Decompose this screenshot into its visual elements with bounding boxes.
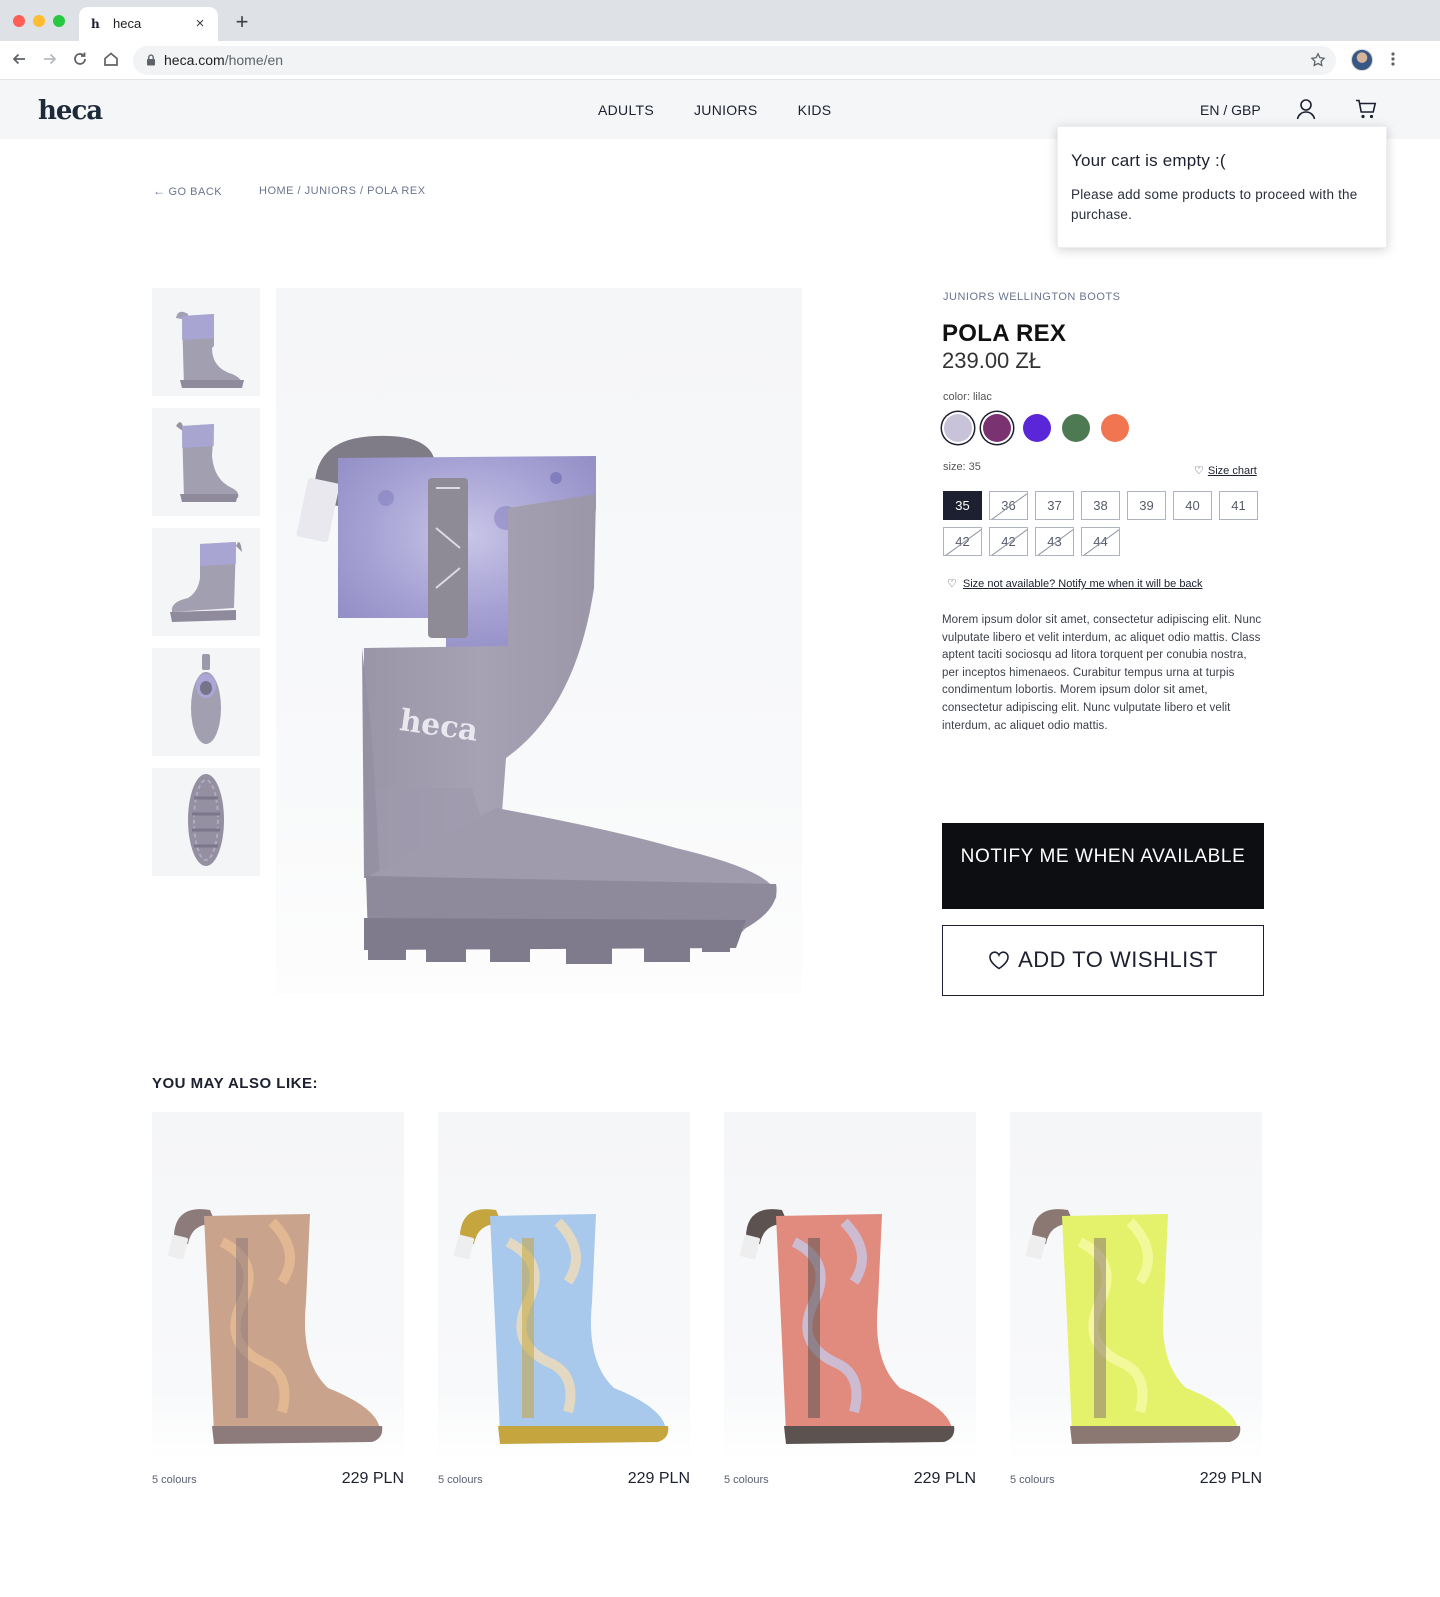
color-swatch[interactable]	[983, 414, 1011, 442]
cart-empty-message: Please add some products to proceed with…	[1071, 187, 1358, 222]
tab-strip: h heca × +	[0, 0, 1440, 41]
recommendation-image	[1010, 1112, 1262, 1462]
recommendation-image	[438, 1112, 690, 1462]
url-path: /home/en	[224, 52, 284, 68]
recommendation-card[interactable]: 5 colours 229 PLN	[152, 1112, 404, 1492]
thumbnail-4[interactable]	[152, 648, 260, 756]
cart-dropdown: Your cart is empty :( Please add some pr…	[1057, 126, 1387, 248]
size-option[interactable]: 39	[1127, 491, 1166, 520]
size-label: size: 35	[943, 461, 981, 473]
back-arrow-icon[interactable]	[10, 50, 28, 68]
recommendations-title: YOU MAY ALSO LIKE:	[152, 1075, 318, 1092]
recommendation-card[interactable]: 5 colours 229 PLN	[438, 1112, 690, 1492]
tab-title: heca	[113, 16, 142, 31]
recommendation-image	[724, 1112, 976, 1462]
product-main-image[interactable]: heca	[276, 288, 802, 994]
size-option[interactable]: 41	[1219, 491, 1258, 520]
profile-avatar[interactable]	[1351, 49, 1373, 71]
minimize-window-button[interactable]	[33, 15, 45, 27]
recommendation-price: 229 PLN	[1199, 1470, 1262, 1487]
browser-chrome: h heca × + heca.com/home/en	[0, 0, 1440, 80]
thumbnail-1[interactable]	[152, 288, 260, 396]
new-tab-button[interactable]: +	[232, 11, 252, 33]
size-chart-link[interactable]: ♡ Size chart	[1194, 465, 1257, 478]
home-icon[interactable]	[102, 50, 120, 68]
user-icon[interactable]	[1296, 98, 1316, 120]
recommendation-price: 229 PLN	[341, 1470, 404, 1487]
breadcrumb[interactable]: HOME / JUNIORS / POLA REX	[259, 184, 426, 198]
recommendation-card[interactable]: 5 colours 229 PLN	[724, 1112, 976, 1492]
maximize-window-button[interactable]	[53, 15, 65, 27]
boot-sole-image	[188, 774, 224, 866]
size-option[interactable]: 40	[1173, 491, 1212, 520]
url-host: heca.com	[164, 52, 225, 68]
heart-icon	[989, 951, 1009, 970]
notify-size-label: Size not available? Notify me when it wi…	[962, 578, 1203, 590]
colour-count: 5 colours	[724, 1474, 769, 1486]
go-back-link[interactable]: ← GO BACK	[153, 184, 222, 199]
boot-back-image	[176, 422, 239, 502]
color-swatch[interactable]	[1062, 414, 1090, 442]
size-option[interactable]: 43	[1035, 527, 1074, 556]
thumbnail-5[interactable]	[152, 768, 260, 876]
cart-icon[interactable]	[1355, 98, 1377, 120]
colour-count: 5 colours	[1010, 1474, 1055, 1486]
wishlist-label: ADD TO WISHLIST	[1018, 947, 1218, 972]
back-arrow-icon: ←	[153, 184, 166, 198]
forward-arrow-icon[interactable]	[41, 50, 59, 68]
nav-adults[interactable]: ADULTS	[598, 101, 654, 119]
address-bar[interactable]: heca.com/home/en	[133, 46, 1336, 75]
recommendation-price: 229 PLN	[627, 1470, 690, 1487]
product-title: POLA REX	[942, 320, 1067, 347]
size-chart-label: Size chart	[1207, 465, 1257, 477]
recommendation-card[interactable]: 5 colours 229 PLN	[1010, 1112, 1262, 1492]
thumbnail-3[interactable]	[152, 528, 260, 636]
recommendation-image	[152, 1112, 404, 1462]
browser-tab[interactable]: h heca ×	[79, 7, 218, 41]
size-option[interactable]: 42	[943, 527, 982, 556]
size-option[interactable]: 44	[1081, 527, 1120, 556]
go-back-label: GO BACK	[168, 186, 223, 198]
heart-icon: ♡	[1194, 465, 1204, 477]
boot-front-image	[170, 542, 242, 622]
nav-kids[interactable]: KIDS	[798, 101, 832, 119]
thumbnail-2[interactable]	[152, 408, 260, 516]
color-label: color: lilac	[943, 391, 992, 403]
notify-size-link[interactable]: ♡ Size not available? Notify me when it w…	[947, 578, 1203, 591]
product-price: 239.00 ZŁ	[942, 348, 1042, 373]
boot-top-image	[191, 654, 221, 744]
nav-juniors[interactable]: JUNIORS	[694, 101, 758, 119]
main-nav: ADULTS JUNIORS KIDS	[598, 101, 831, 119]
reload-icon[interactable]	[71, 50, 89, 68]
product-category[interactable]: JUNIORS WELLINGTON BOOTS	[943, 290, 1120, 304]
color-swatch[interactable]	[1023, 414, 1051, 442]
product-description: Morem ipsum dolor sit amet, consectetur …	[942, 614, 1262, 730]
size-option[interactable]: 35	[943, 491, 982, 520]
favicon-icon: h	[91, 17, 100, 31]
add-to-wishlist-button[interactable]: ADD TO WISHLIST	[942, 925, 1264, 996]
colour-count: 5 colours	[152, 1474, 197, 1486]
cart-empty-title: Your cart is empty :(	[1071, 151, 1226, 170]
bookmark-star-icon[interactable]	[1310, 52, 1326, 68]
size-option[interactable]: 42	[989, 527, 1028, 556]
size-option[interactable]: 36	[989, 491, 1028, 520]
tab-close-icon[interactable]: ×	[192, 16, 208, 32]
browser-menu-icon[interactable]	[1388, 50, 1398, 68]
close-window-button[interactable]	[13, 15, 25, 27]
size-option[interactable]: 37	[1035, 491, 1074, 520]
notify-me-button[interactable]: NOTIFY ME WHEN AVAILABLE	[942, 823, 1264, 909]
heart-icon: ♡	[947, 578, 957, 590]
colour-count: 5 colours	[438, 1474, 483, 1486]
size-option[interactable]: 38	[1081, 491, 1120, 520]
url-text: heca.com/home/en	[164, 53, 283, 68]
lock-icon	[147, 54, 155, 66]
locale-selector[interactable]: EN / GBP	[1200, 101, 1261, 119]
boot-side-image	[176, 311, 244, 388]
color-swatch[interactable]	[944, 414, 972, 442]
heca-logo[interactable]: heca	[38, 96, 103, 126]
color-swatch[interactable]	[1101, 414, 1129, 442]
recommendation-price: 229 PLN	[913, 1470, 976, 1487]
boot-illustration: heca	[296, 435, 777, 964]
